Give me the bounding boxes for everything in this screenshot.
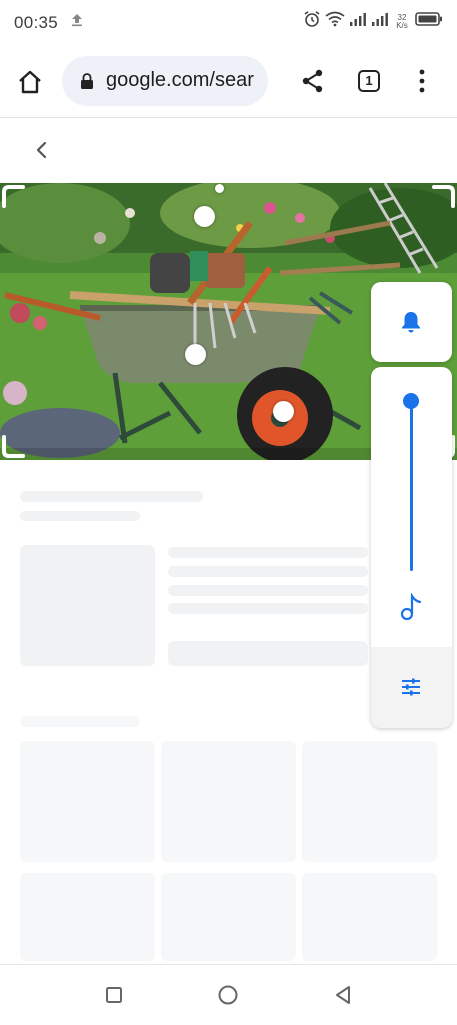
skeleton-card	[302, 741, 437, 862]
bell-icon	[398, 309, 424, 340]
status-icons: 32 K/s	[303, 10, 443, 33]
skeleton-line	[168, 566, 368, 577]
object-dot[interactable]	[194, 206, 215, 227]
skeleton-card	[161, 741, 296, 862]
skeleton-card	[161, 873, 296, 961]
chevron-left-icon[interactable]	[30, 138, 54, 167]
recents-square-icon[interactable]	[104, 985, 124, 1010]
wifi-icon	[325, 11, 345, 32]
volume-slider-track[interactable]	[410, 401, 413, 571]
upload-icon	[70, 13, 84, 32]
skeleton-line	[20, 716, 140, 727]
lock-icon	[80, 73, 94, 95]
volume-slider-thumb[interactable]	[403, 393, 419, 409]
url-text: google.com/sear	[106, 69, 254, 91]
object-dot[interactable]	[215, 184, 224, 193]
share-icon[interactable]	[300, 68, 326, 99]
object-dot[interactable]	[185, 344, 206, 365]
skeleton-line	[168, 547, 368, 558]
object-dot[interactable]	[273, 401, 294, 422]
crop-corner-top-left[interactable]	[1, 184, 25, 208]
home-icon[interactable]	[16, 68, 46, 98]
browser-toolbar: google.com/sear 1	[0, 46, 457, 118]
tabs-button[interactable]: 1	[358, 70, 380, 92]
skeleton-thumbnail	[20, 545, 155, 666]
music-note-icon	[399, 592, 425, 626]
skeleton-line	[20, 511, 140, 521]
alarm-icon	[303, 10, 321, 33]
skeleton-button	[168, 641, 368, 666]
crop-corner-top-right[interactable]	[432, 184, 456, 208]
volume-settings-button[interactable]	[371, 647, 452, 728]
volume-panel	[371, 367, 452, 728]
skeleton-card	[20, 873, 155, 961]
battery-icon	[415, 11, 443, 32]
address-bar[interactable]: google.com/sear	[62, 56, 268, 106]
signal-icon	[371, 11, 389, 32]
tune-icon	[401, 677, 421, 702]
status-bar: 00:35 32 K/s	[0, 0, 457, 46]
skeleton-line	[20, 491, 203, 502]
skeleton-line	[168, 603, 368, 614]
net-speed-unit: K/s	[396, 20, 408, 30]
status-time: 00:35	[14, 13, 59, 32]
net-speed: 32 K/s	[393, 13, 411, 30]
back-triangle-icon[interactable]	[332, 984, 354, 1011]
ringer-mode-button[interactable]	[371, 282, 452, 362]
skeleton-card	[20, 741, 155, 862]
skeleton-line	[168, 585, 368, 596]
system-nav-bar	[0, 964, 457, 1025]
signal-icon	[349, 11, 367, 32]
crop-corner-bottom-left[interactable]	[1, 435, 25, 459]
skeleton-card	[302, 873, 437, 961]
home-circle-icon[interactable]	[217, 984, 239, 1011]
more-vert-icon[interactable]	[412, 68, 432, 99]
toolbar-divider	[0, 117, 457, 118]
